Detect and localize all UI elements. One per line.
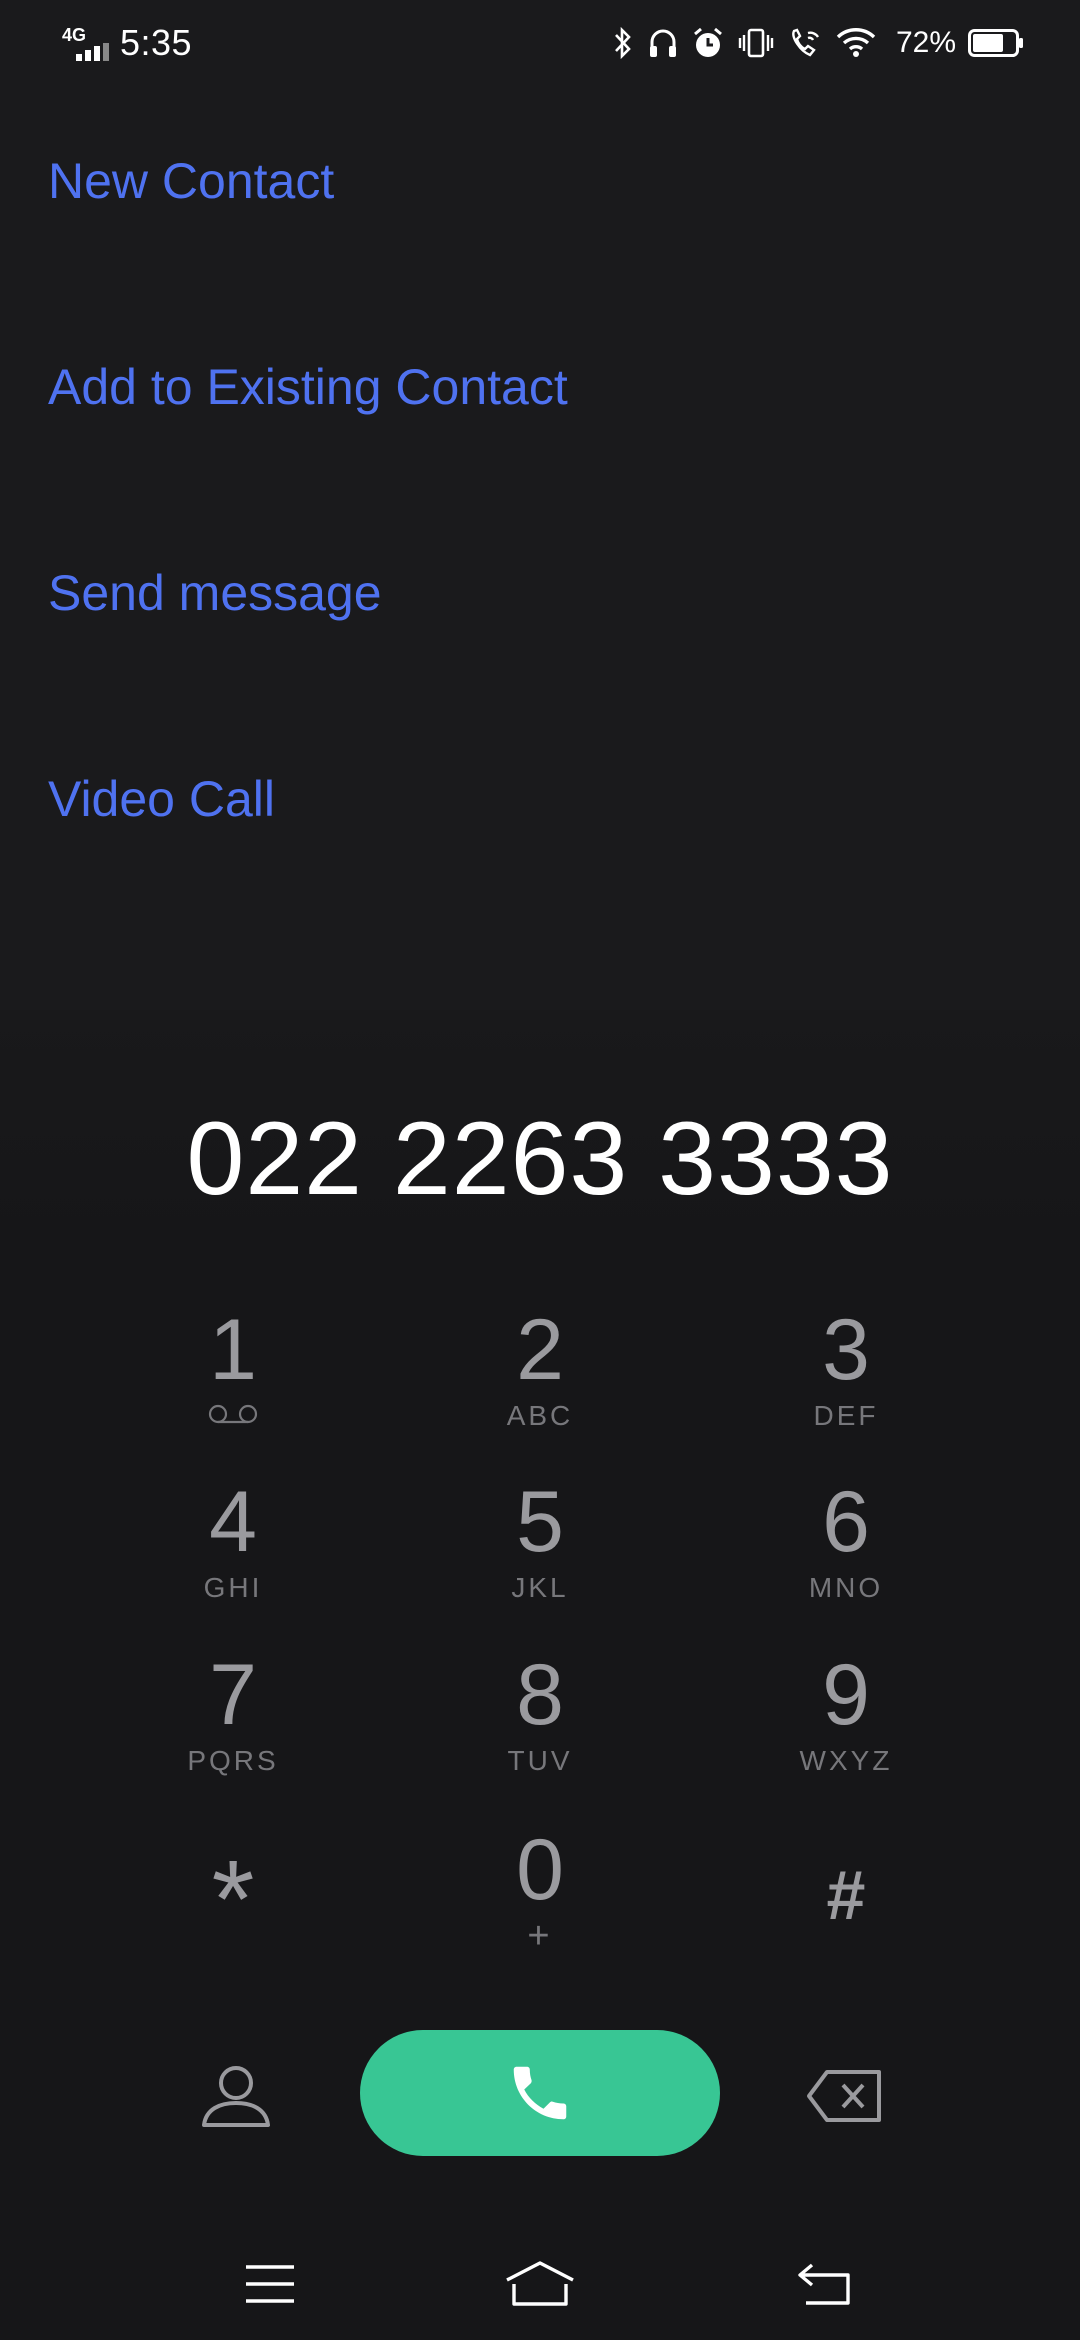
new-contact-link[interactable]: New Contact	[48, 152, 334, 210]
video-call-link[interactable]: Video Call	[48, 770, 275, 828]
key-letters: MNO	[808, 1572, 884, 1603]
key-star[interactable]: *	[123, 1845, 343, 1955]
send-message-link[interactable]: Send message	[48, 564, 382, 622]
key-5[interactable]: 5 JKL	[430, 1477, 650, 1627]
battery-icon	[968, 29, 1024, 57]
status-bar: 4G 5:35 72%	[0, 0, 1080, 86]
key-digit: *	[211, 1838, 255, 1961]
key-digit: 1	[209, 1302, 257, 1398]
phone-screen: 4G 5:35 72% New Contact Add to Existing …	[0, 0, 1080, 2340]
key-7[interactable]: 7 PQRS	[123, 1650, 343, 1800]
key-letters: DEF	[813, 1400, 879, 1431]
vibrate-icon	[738, 27, 774, 59]
wifi-calling-icon	[788, 27, 822, 59]
key-digit: 4	[209, 1474, 257, 1570]
key-hash[interactable]: #	[736, 1845, 956, 1955]
key-digit: 0	[516, 1822, 564, 1918]
headphones-icon	[648, 27, 678, 59]
key-1[interactable]: 1	[123, 1305, 343, 1455]
backspace-button[interactable]	[800, 2056, 890, 2136]
key-letters: JKL	[511, 1572, 569, 1603]
call-button[interactable]	[360, 2030, 720, 2156]
voicemail-icon	[208, 1404, 258, 1424]
menu-nav-button[interactable]	[230, 2244, 310, 2324]
key-9[interactable]: 9 WXYZ	[736, 1650, 956, 1800]
bluetooth-icon	[612, 26, 634, 60]
key-letters: GHI	[203, 1572, 263, 1603]
add-to-existing-contact-link[interactable]: Add to Existing Contact	[48, 358, 568, 416]
battery-percent: 72%	[895, 26, 956, 59]
phone-icon	[513, 2066, 567, 2120]
system-nav-bar	[0, 2230, 1080, 2340]
back-icon	[798, 2263, 850, 2305]
back-nav-button[interactable]	[784, 2244, 864, 2324]
key-3[interactable]: 3 DEF	[736, 1305, 956, 1455]
key-digit: 9	[822, 1647, 870, 1743]
home-icon	[506, 2261, 574, 2306]
key-digit: 2	[516, 1302, 564, 1398]
status-time: 5:35	[120, 22, 193, 63]
key-digit: 3	[822, 1302, 870, 1398]
status-right: 72%	[598, 22, 1024, 64]
network-indicator: 4G	[62, 23, 112, 63]
dialed-number[interactable]: 022 2263 3333	[0, 1100, 1080, 1219]
key-letters: ABC	[506, 1400, 574, 1431]
hamburger-icon	[246, 2265, 294, 2303]
key-letters: PQRS	[187, 1745, 279, 1776]
key-8[interactable]: 8 TUV	[430, 1650, 650, 1800]
home-nav-button[interactable]	[500, 2244, 580, 2324]
key-2[interactable]: 2 ABC	[430, 1305, 650, 1455]
key-digit: 8	[516, 1647, 564, 1743]
alarm-icon	[692, 27, 724, 59]
backspace-icon	[807, 2070, 881, 2122]
key-4[interactable]: 4 GHI	[123, 1477, 343, 1627]
contacts-button[interactable]	[196, 2056, 276, 2136]
key-digit: 5	[516, 1474, 564, 1570]
contact-person-icon	[202, 2066, 270, 2127]
key-digit: 7	[209, 1647, 257, 1743]
key-letters: WXYZ	[799, 1745, 893, 1776]
key-digit: 6	[822, 1474, 870, 1570]
key-6[interactable]: 6 MNO	[736, 1477, 956, 1627]
key-letters: +	[527, 1915, 553, 1957]
signal-icon	[76, 43, 109, 61]
wifi-icon	[836, 27, 876, 59]
key-digit: #	[826, 1856, 866, 1934]
key-letters: TUV	[507, 1745, 573, 1776]
key-0[interactable]: 0 +	[430, 1825, 650, 1975]
status-left: 4G 5:35	[62, 22, 192, 64]
